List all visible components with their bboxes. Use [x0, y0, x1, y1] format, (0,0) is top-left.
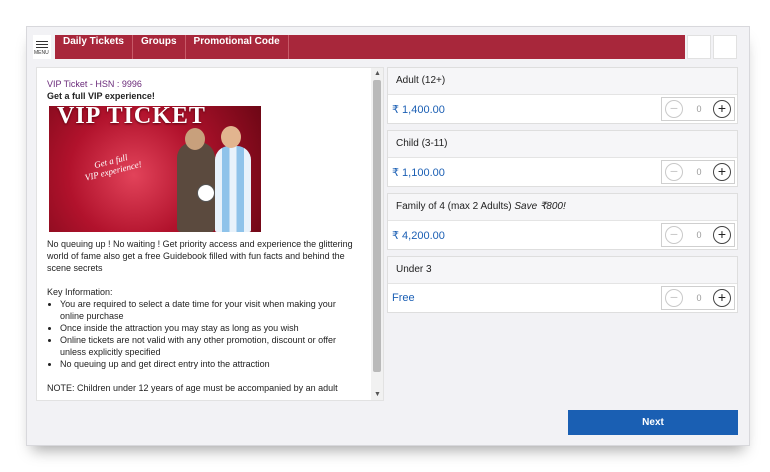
ticket-card-family: Family of 4 (max 2 Adults) Save ₹800! ₹ …	[387, 193, 738, 250]
scrollbar-thumb[interactable]	[373, 80, 381, 372]
quantity-value[interactable]: 0	[691, 167, 707, 177]
minus-icon[interactable]: −	[665, 163, 683, 181]
vip-image-badge: Get a full VIP experience!	[81, 149, 143, 183]
plus-icon[interactable]: +	[713, 226, 731, 244]
football-icon	[197, 184, 215, 202]
ticket-body: Free − 0 +	[388, 284, 737, 312]
ticket-name: Child (3-11)	[396, 138, 448, 149]
ticket-nav: Daily Tickets Groups Promotional Code	[55, 35, 685, 59]
ticket-body: ₹ 1,100.00 − 0 +	[388, 158, 737, 186]
vip-image-title: VIP TICKET	[57, 106, 206, 129]
description-scrollbar[interactable]: ▲ ▼	[371, 68, 383, 400]
scroll-down-arrow-icon[interactable]: ▼	[374, 391, 381, 398]
ticket-save-text: Save ₹800!	[514, 201, 566, 212]
key-info-list: You are required to select a date time f…	[47, 298, 359, 370]
ticket-header: Child (3-11)	[388, 131, 737, 158]
plus-icon[interactable]: +	[713, 163, 731, 181]
tab-daily-tickets[interactable]: Daily Tickets	[55, 35, 133, 59]
quantity-stepper: − 0 +	[661, 223, 735, 247]
minus-icon[interactable]: −	[665, 226, 683, 244]
ticket-price: ₹ 4,200.00	[392, 230, 445, 242]
quantity-stepper: − 0 +	[661, 97, 735, 121]
ticket-name: Family of 4 (max 2 Adults)	[396, 201, 512, 212]
ticket-intro: No queuing up ! No waiting ! Get priorit…	[47, 239, 353, 273]
tab-promotional-code[interactable]: Promotional Code	[186, 35, 289, 59]
ticket-header: Under 3	[388, 257, 737, 284]
booking-window: MENU Daily Tickets Groups Promotional Co…	[26, 26, 750, 446]
ticket-name: Under 3	[396, 264, 432, 275]
figure-left-head	[185, 128, 205, 150]
key-info-item: Online tickets are not valid with any ot…	[60, 334, 359, 358]
key-info-title: Key Information:	[47, 287, 113, 297]
key-info-item: You are required to select a date time f…	[60, 298, 359, 322]
top-bar: MENU Daily Tickets Groups Promotional Co…	[27, 35, 739, 59]
quantity-stepper: − 0 +	[661, 160, 735, 184]
quantity-value[interactable]: 0	[691, 293, 707, 303]
description-content: VIP Ticket - HSN : 9996 Get a full VIP e…	[47, 78, 359, 394]
quantity-stepper: − 0 +	[661, 286, 735, 310]
ticket-description-panel: VIP Ticket - HSN : 9996 Get a full VIP e…	[36, 67, 384, 401]
figure-right	[215, 146, 251, 232]
plus-icon[interactable]: +	[713, 289, 731, 307]
vip-ticket-image: VIP TICKET Get a full VIP experience!	[49, 106, 261, 232]
plus-icon[interactable]: +	[713, 100, 731, 118]
key-info-item: No queuing up and get direct entry into …	[60, 358, 359, 370]
ticket-card-under3: Under 3 Free − 0 +	[387, 256, 738, 313]
ticket-price: Free	[392, 292, 415, 304]
topbar-box-2[interactable]	[713, 35, 737, 59]
key-info-item: Once inside the attraction you may stay …	[60, 322, 359, 334]
ticket-name: Adult (12+)	[396, 75, 446, 86]
tab-groups[interactable]: Groups	[133, 35, 186, 59]
minus-icon[interactable]: −	[665, 289, 683, 307]
ticket-hsn: VIP Ticket - HSN : 9996	[47, 79, 142, 89]
hamburger-icon	[36, 41, 48, 50]
ticket-note: NOTE: Children under 12 years of age mus…	[47, 383, 338, 393]
ticket-header: Family of 4 (max 2 Adults) Save ₹800!	[388, 194, 737, 221]
ticket-card-adult: Adult (12+) ₹ 1,400.00 − 0 +	[387, 67, 738, 124]
minus-icon[interactable]: −	[665, 100, 683, 118]
quantity-value[interactable]: 0	[691, 104, 707, 114]
quantity-value[interactable]: 0	[691, 230, 707, 240]
menu-button[interactable]: MENU	[33, 35, 51, 59]
ticket-list: Adult (12+) ₹ 1,400.00 − 0 + Child (3-11…	[387, 67, 738, 319]
ticket-body: ₹ 1,400.00 − 0 +	[388, 95, 737, 123]
ticket-price: ₹ 1,100.00	[392, 167, 445, 179]
ticket-price: ₹ 1,400.00	[392, 104, 445, 116]
topbar-box-1[interactable]	[687, 35, 711, 59]
ticket-body: ₹ 4,200.00 − 0 +	[388, 221, 737, 249]
figure-right-head	[221, 126, 241, 148]
ticket-header: Adult (12+)	[388, 68, 737, 95]
scroll-up-arrow-icon[interactable]: ▲	[374, 70, 381, 77]
menu-label: MENU	[34, 50, 49, 56]
ticket-subtitle: Get a full VIP experience!	[47, 91, 155, 101]
next-button[interactable]: Next	[568, 410, 738, 435]
ticket-card-child: Child (3-11) ₹ 1,100.00 − 0 +	[387, 130, 738, 187]
